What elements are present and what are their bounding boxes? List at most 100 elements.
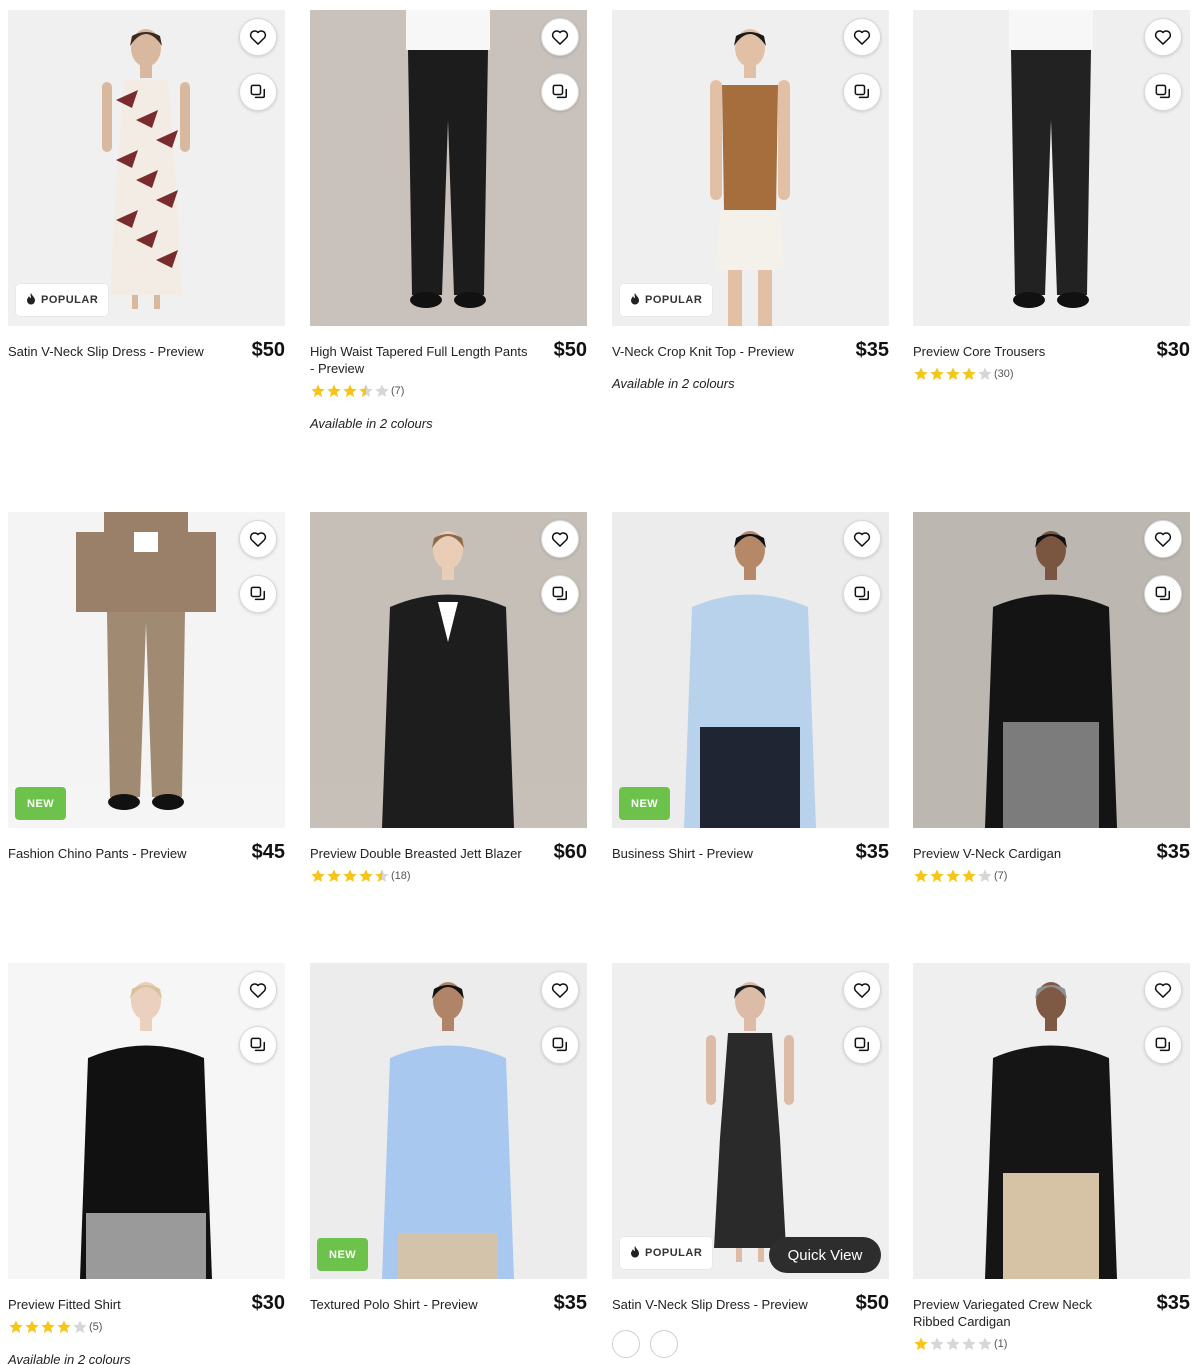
wishlist-button[interactable] — [1144, 971, 1182, 1009]
wishlist-button[interactable] — [239, 971, 277, 1009]
product-image[interactable]: NEW — [8, 512, 285, 828]
compare-icon — [550, 82, 570, 102]
star-icon — [326, 383, 342, 399]
star-rating[interactable]: (5) — [8, 1318, 285, 1336]
compare-button[interactable] — [239, 73, 277, 111]
product-title[interactable]: Preview Core Trousers — [913, 343, 1135, 360]
product-image[interactable] — [913, 10, 1190, 326]
wishlist-button[interactable] — [843, 18, 881, 56]
product-card[interactable]: NEW Business Shirt - Preview $35 — [612, 512, 889, 863]
product-image[interactable] — [8, 963, 285, 1279]
wishlist-button[interactable] — [843, 971, 881, 1009]
star-icon — [945, 1336, 961, 1352]
heart-icon — [248, 529, 268, 549]
star-icon — [358, 383, 374, 399]
product-title[interactable]: High Waist Tapered Full Length Pants - P… — [310, 343, 532, 377]
star-rating[interactable]: (30) — [913, 365, 1190, 383]
compare-button[interactable] — [541, 73, 579, 111]
star-icon — [310, 383, 326, 399]
product-title[interactable]: Preview Variegated Crew Neck Ribbed Card… — [913, 1296, 1135, 1330]
star-rating[interactable]: (7) — [310, 382, 587, 400]
product-title[interactable]: Fashion Chino Pants - Preview — [8, 845, 230, 862]
compare-button[interactable] — [843, 73, 881, 111]
product-title[interactable]: Satin V-Neck Slip Dress - Preview — [612, 1296, 834, 1313]
product-card[interactable]: NEW Fashion Chino Pants - Preview $45 — [8, 512, 285, 863]
colour-availability: Available in 2 colours — [8, 1352, 131, 1364]
product-image[interactable]: NEW — [612, 512, 889, 828]
flame-icon — [26, 292, 41, 308]
product-image[interactable]: NEW — [310, 963, 587, 1279]
compare-button[interactable] — [1144, 575, 1182, 613]
product-card[interactable]: High Waist Tapered Full Length Pants - P… — [310, 10, 587, 431]
colour-swatch[interactable] — [612, 1330, 640, 1358]
product-title[interactable]: Textured Polo Shirt - Preview — [310, 1296, 532, 1313]
product-title[interactable]: Preview V-Neck Cardigan — [913, 845, 1135, 862]
product-card[interactable]: Preview Core Trousers $30 (30) — [913, 10, 1190, 383]
product-price: $35 — [1156, 1292, 1190, 1314]
product-image[interactable] — [310, 10, 587, 326]
star-rating[interactable]: (7) — [913, 867, 1190, 885]
product-image[interactable] — [913, 963, 1190, 1279]
compare-button[interactable] — [239, 1026, 277, 1064]
flame-icon — [630, 292, 645, 308]
wishlist-button[interactable] — [843, 520, 881, 558]
compare-icon — [852, 584, 872, 604]
compare-button[interactable] — [1144, 73, 1182, 111]
star-icon — [374, 868, 390, 884]
star-icon — [913, 868, 929, 884]
product-price: $45 — [251, 841, 285, 863]
star-icon — [342, 868, 358, 884]
quick-view-button[interactable]: Quick View — [769, 1237, 881, 1273]
star-icon — [961, 1336, 977, 1352]
compare-button[interactable] — [541, 1026, 579, 1064]
product-image[interactable]: POPULAR — [612, 10, 889, 326]
star-icon — [977, 868, 993, 884]
compare-icon — [248, 1035, 268, 1055]
wishlist-button[interactable] — [239, 520, 277, 558]
review-count: (18) — [391, 870, 411, 882]
compare-icon — [852, 1035, 872, 1055]
product-card[interactable]: POPULAR Satin V-Neck Slip Dress - Previe… — [8, 10, 285, 361]
product-card[interactable]: NEW Textured Polo Shirt - Preview $35 — [310, 963, 587, 1314]
compare-icon — [1153, 82, 1173, 102]
product-title[interactable]: Business Shirt - Preview — [612, 845, 834, 862]
wishlist-button[interactable] — [1144, 18, 1182, 56]
compare-button[interactable] — [239, 575, 277, 613]
heart-icon — [1153, 980, 1173, 1000]
compare-button[interactable] — [541, 575, 579, 613]
wishlist-button[interactable] — [541, 520, 579, 558]
heart-icon — [550, 529, 570, 549]
product-card[interactable]: Preview V-Neck Cardigan $35 (7) — [913, 512, 1190, 885]
new-badge: NEW — [619, 787, 671, 820]
product-title[interactable]: Preview Double Breasted Jett Blazer — [310, 845, 532, 862]
product-card[interactable]: Preview Fitted Shirt $30 (5) Available in … — [8, 963, 285, 1364]
product-card[interactable]: POPULAR V-Neck Crop Knit Top - Preview $… — [612, 10, 889, 391]
product-image[interactable] — [310, 512, 587, 828]
product-title[interactable]: V-Neck Crop Knit Top - Preview — [612, 343, 834, 360]
wishlist-button[interactable] — [541, 971, 579, 1009]
product-card[interactable]: Preview Double Breasted Jett Blazer $60 (… — [310, 512, 587, 885]
product-card[interactable]: POPULAR Quick View Satin V-Neck Slip Dres… — [612, 963, 889, 1358]
wishlist-button[interactable] — [239, 18, 277, 56]
colour-swatch[interactable] — [650, 1330, 678, 1358]
star-icon — [24, 1319, 40, 1335]
heart-icon — [852, 529, 872, 549]
new-badge: NEW — [15, 787, 67, 820]
star-rating[interactable]: (18) — [310, 867, 587, 885]
compare-button[interactable] — [843, 575, 881, 613]
heart-icon — [248, 27, 268, 47]
product-card[interactable]: Preview Variegated Crew Neck Ribbed Card… — [913, 963, 1190, 1353]
product-image[interactable]: POPULAR — [8, 10, 285, 326]
wishlist-button[interactable] — [541, 18, 579, 56]
compare-button[interactable] — [843, 1026, 881, 1064]
product-image[interactable]: POPULAR Quick View — [612, 963, 889, 1279]
product-price: $35 — [855, 339, 889, 361]
product-title[interactable]: Preview Fitted Shirt — [8, 1296, 230, 1313]
wishlist-button[interactable] — [1144, 520, 1182, 558]
star-icon — [40, 1319, 56, 1335]
flame-icon — [630, 1245, 645, 1261]
product-image[interactable] — [913, 512, 1190, 828]
product-title[interactable]: Satin V-Neck Slip Dress - Preview — [8, 343, 230, 360]
compare-button[interactable] — [1144, 1026, 1182, 1064]
star-rating[interactable]: (1) — [913, 1335, 1190, 1353]
